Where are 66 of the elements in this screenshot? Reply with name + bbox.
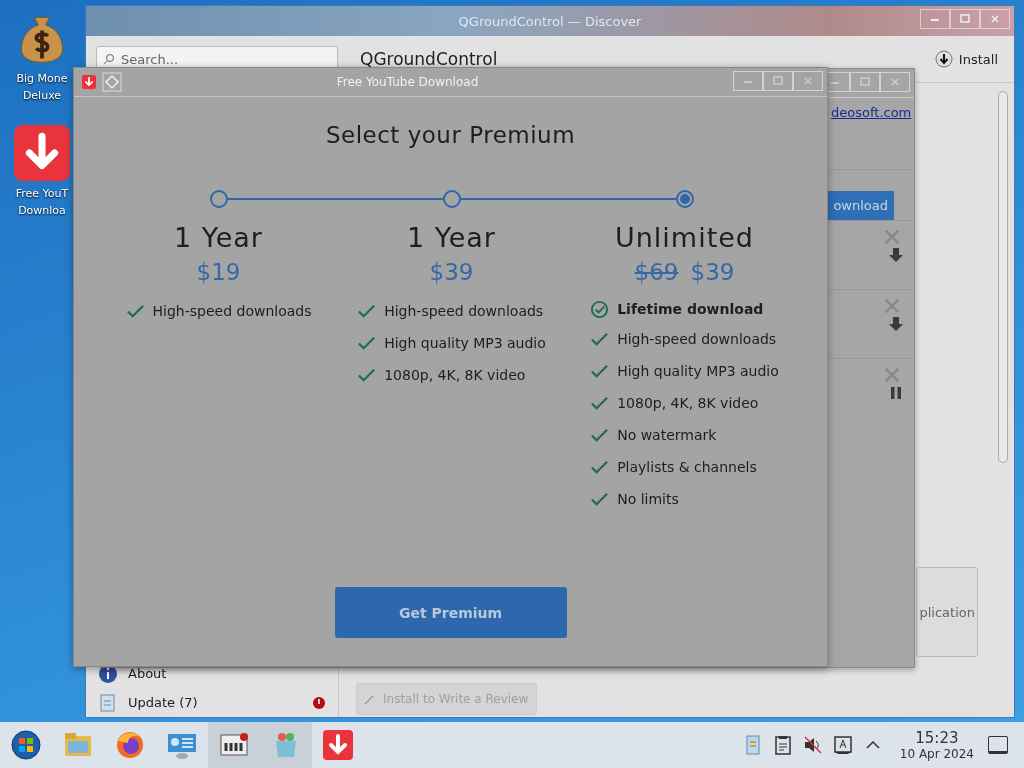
download-app-icon: [14, 125, 70, 181]
maximize-button[interactable]: [850, 72, 880, 92]
start-button[interactable]: [10, 729, 42, 761]
get-premium-button[interactable]: Get Premium: [334, 587, 567, 638]
feature-text: No limits: [617, 491, 679, 507]
app-heading: QGroundControl: [360, 49, 499, 69]
search-icon: [103, 53, 115, 65]
update-icon: [98, 692, 118, 713]
download-arrow-icon[interactable]: [888, 316, 904, 332]
diamond-icon[interactable]: [102, 72, 122, 92]
download-button[interactable]: ownload: [827, 191, 894, 220]
close-button[interactable]: [880, 72, 910, 92]
plan-name: 1 Year: [174, 222, 263, 253]
scrollbar-thumb[interactable]: [998, 91, 1008, 463]
maximize-button[interactable]: [950, 9, 980, 29]
keyboard-layout-icon[interactable]: [831, 734, 854, 756]
feature-text: 1080p, 4K, 8K video: [384, 367, 526, 383]
clock-time[interactable]: 15:23: [915, 729, 959, 747]
plan-name: 1 Year: [407, 222, 496, 253]
feature-text: Playlists & channels: [617, 459, 757, 475]
download-arrow-icon[interactable]: [888, 247, 904, 263]
muted-speaker-icon[interactable]: [801, 734, 824, 756]
maximize-icon[interactable]: [860, 77, 870, 87]
minimize-button[interactable]: [733, 71, 763, 91]
minimize-button[interactable]: [920, 9, 950, 29]
plan-name: Unlimited: [615, 222, 754, 253]
feature-text: No watermark: [617, 427, 717, 443]
close-button[interactable]: [793, 71, 823, 91]
plan-price: $39: [429, 259, 474, 285]
desktop-icon-label[interactable]: Free YouT Downloa: [15, 185, 69, 219]
dialog-title: Free YouTube Download: [335, 75, 480, 89]
taskbar-app[interactable]: [208, 722, 260, 768]
feature-text: High-speed downloads: [384, 303, 544, 319]
application-button[interactable]: plication: [916, 567, 978, 657]
pause-icon[interactable]: [888, 385, 904, 401]
close-icon[interactable]: [803, 76, 813, 86]
feature-text: High quality MP3 audio: [617, 363, 779, 379]
feature-text: Lifetime download: [617, 301, 764, 317]
download-app-icon: [82, 75, 96, 89]
plan-radio[interactable]: [442, 190, 461, 208]
website-link[interactable]: deosoft.com: [827, 97, 914, 129]
feature-text: High-speed downloads: [152, 303, 312, 319]
sidebar-item[interactable]: Update (7): [90, 688, 334, 717]
show-desktop-button[interactable]: [988, 736, 1008, 754]
maximize-icon[interactable]: [773, 76, 783, 86]
window-title: QGroundControl — Discover: [458, 13, 642, 29]
plan-radio[interactable]: [209, 190, 228, 208]
plan-price: $39: [690, 259, 735, 285]
download-icon[interactable]: [934, 50, 953, 68]
plan-radio[interactable]: [675, 190, 694, 208]
firefox-icon[interactable]: [114, 729, 146, 761]
check-circle-icon: [590, 299, 610, 319]
desktop-icon-label[interactable]: Big Mone Deluxe: [16, 70, 68, 104]
maximize-button[interactable]: [763, 71, 793, 91]
install-button[interactable]: Install: [928, 49, 1004, 69]
pen-icon: [363, 692, 377, 706]
old-price: $69: [634, 259, 679, 285]
feature-text: High quality MP3 audio: [384, 335, 546, 351]
close-icon[interactable]: [890, 77, 900, 87]
dialog-heading: Select your Premium: [324, 122, 577, 148]
download-app-icon[interactable]: [322, 729, 354, 761]
clock-date[interactable]: 10 Apr 2024: [899, 747, 974, 761]
plan-price: $19: [196, 259, 241, 285]
feature-text: 1080p, 4K, 8K video: [617, 395, 759, 411]
close-button[interactable]: [980, 9, 1010, 29]
feature-text: High-speed downloads: [617, 331, 777, 347]
